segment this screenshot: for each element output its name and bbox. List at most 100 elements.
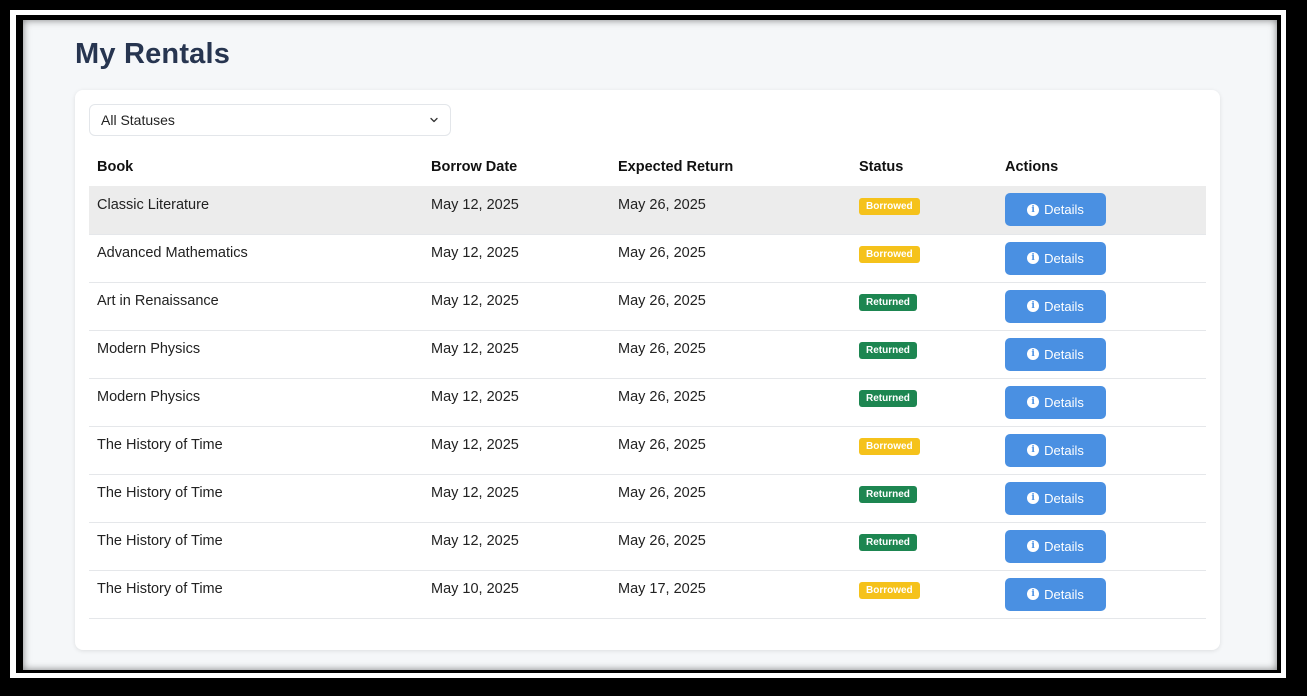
details-button[interactable]: i Details: [1005, 529, 1106, 563]
status-badge: Returned: [859, 390, 917, 407]
expected-return-date: May 26, 2025: [618, 437, 706, 453]
table-header-row: Book Borrow Date Expected Return Status …: [89, 148, 1206, 186]
column-header-book: Book: [97, 159, 134, 175]
book-title: The History of Time: [97, 533, 223, 549]
book-title: The History of Time: [97, 581, 223, 597]
status-cell: Borrowed: [851, 426, 997, 474]
info-icon: i: [1027, 492, 1040, 504]
table-row: Classic Literature May 12, 2025 May 26, 20…: [89, 186, 1206, 234]
page: My Rentals All Statuses Book Borrow Date…: [23, 20, 1277, 670]
column-header-borrow-date: Borrow Date: [431, 159, 518, 175]
status-filter-select[interactable]: All Statuses: [89, 104, 451, 136]
book-title: Advanced Mathematics: [97, 245, 248, 261]
info-icon: i: [1027, 252, 1040, 264]
book-title: Art in Renaissance: [97, 293, 219, 309]
status-cell: Returned: [851, 378, 997, 426]
actions-cell: i Details: [997, 378, 1206, 426]
actions-cell: i Details: [997, 282, 1206, 330]
borrow-date: May 12, 2025: [431, 389, 519, 405]
borrow-date: May 12, 2025: [431, 293, 519, 309]
table-row: The History of Time May 12, 2025 May 26, 2…: [89, 522, 1206, 570]
book-title: Modern Physics: [97, 389, 201, 405]
info-icon: i: [1027, 348, 1040, 360]
details-button[interactable]: i Details: [1005, 241, 1106, 275]
table-row: Modern Physics May 12, 2025 May 26, 2025 Re…: [89, 378, 1206, 426]
borrow-date: May 12, 2025: [431, 245, 519, 261]
status-cell: Returned: [851, 282, 997, 330]
status-badge: Borrowed: [859, 197, 920, 215]
status-badge: Returned: [859, 342, 917, 359]
details-label: Details: [1044, 490, 1084, 506]
actions-cell: i Details: [997, 234, 1206, 282]
table-row: Advanced Mathematics May 12, 2025 May 26, …: [89, 234, 1206, 282]
borrow-date: May 12, 2025: [431, 533, 519, 549]
details-button[interactable]: i Details: [1005, 337, 1106, 371]
borrow-date: May 12, 2025: [431, 485, 519, 501]
table-row: Modern Physics May 12, 2025 May 26, 2025 Re…: [89, 330, 1206, 378]
details-label: Details: [1044, 298, 1084, 314]
rentals-table: Book Borrow Date Expected Return Status …: [89, 148, 1206, 619]
expected-return-date: May 26, 2025: [618, 485, 706, 501]
borrow-date: May 12, 2025: [431, 196, 519, 213]
details-button[interactable]: i Details: [1005, 289, 1106, 323]
chevron-down-icon: [430, 117, 438, 123]
status-cell: Borrowed: [851, 570, 997, 618]
status-badge: Borrowed: [859, 246, 920, 263]
status-filter-value: All Statuses: [101, 112, 175, 128]
status-cell: Returned: [851, 330, 997, 378]
actions-cell: i Details: [997, 474, 1206, 522]
details-label: Details: [1044, 586, 1084, 602]
page-title: My Rentals: [75, 38, 231, 70]
book-title: Classic Literature: [97, 196, 210, 213]
info-icon: i: [1027, 444, 1040, 456]
info-icon: i: [1027, 396, 1040, 408]
book-title: Modern Physics: [97, 341, 201, 357]
details-button[interactable]: i Details: [1005, 481, 1106, 515]
expected-return-date: May 26, 2025: [618, 341, 706, 357]
expected-return-date: May 17, 2025: [618, 581, 706, 597]
details-label: Details: [1044, 394, 1084, 410]
actions-cell: i Details: [997, 426, 1206, 474]
details-label: Details: [1044, 202, 1084, 218]
expected-return-date: May 26, 2025: [618, 293, 706, 309]
table-row: The History of Time May 12, 2025 May 26, 2…: [89, 474, 1206, 522]
expected-return-date: May 26, 2025: [618, 533, 706, 549]
rentals-card: All Statuses Book Borrow Date Expected R…: [75, 90, 1220, 650]
status-cell: Returned: [851, 474, 997, 522]
details-button[interactable]: i Details: [1005, 193, 1106, 227]
status-badge: Returned: [859, 294, 917, 311]
table-row: Art in Renaissance May 12, 2025 May 26, 20…: [89, 282, 1206, 330]
details-label: Details: [1044, 346, 1084, 362]
details-button[interactable]: i Details: [1005, 433, 1106, 467]
table-row: The History of Time May 10, 2025 May 17, 2…: [89, 570, 1206, 618]
details-button[interactable]: i Details: [1005, 577, 1106, 611]
actions-cell: i Details: [997, 570, 1206, 618]
info-icon: i: [1027, 203, 1040, 216]
info-icon: i: [1027, 300, 1040, 312]
status-badge: Returned: [859, 534, 917, 551]
details-label: Details: [1044, 538, 1084, 554]
book-title: The History of Time: [97, 485, 223, 501]
details-label: Details: [1044, 250, 1084, 266]
actions-cell: i Details: [997, 522, 1206, 570]
borrow-date: May 12, 2025: [431, 437, 519, 453]
expected-return-date: May 26, 2025: [618, 389, 706, 405]
details-label: Details: [1044, 442, 1084, 458]
info-icon: i: [1027, 588, 1040, 600]
actions-cell: i Details: [997, 186, 1206, 234]
status-badge: Borrowed: [859, 582, 920, 599]
table-row: The History of Time May 12, 2025 May 26, 2…: [89, 426, 1206, 474]
borrow-date: May 10, 2025: [431, 581, 519, 597]
expected-return-date: May 26, 2025: [618, 245, 706, 261]
book-title: The History of Time: [97, 437, 223, 453]
column-header-actions: Actions: [1005, 159, 1059, 175]
status-badge: Returned: [859, 486, 917, 503]
info-icon: i: [1027, 540, 1040, 552]
status-badge: Borrowed: [859, 438, 920, 455]
actions-cell: i Details: [997, 330, 1206, 378]
column-header-status: Status: [859, 159, 904, 175]
status-cell: Returned: [851, 522, 997, 570]
borrow-date: May 12, 2025: [431, 341, 519, 357]
details-button[interactable]: i Details: [1005, 385, 1106, 419]
column-header-expected-return: Expected Return: [618, 159, 734, 175]
